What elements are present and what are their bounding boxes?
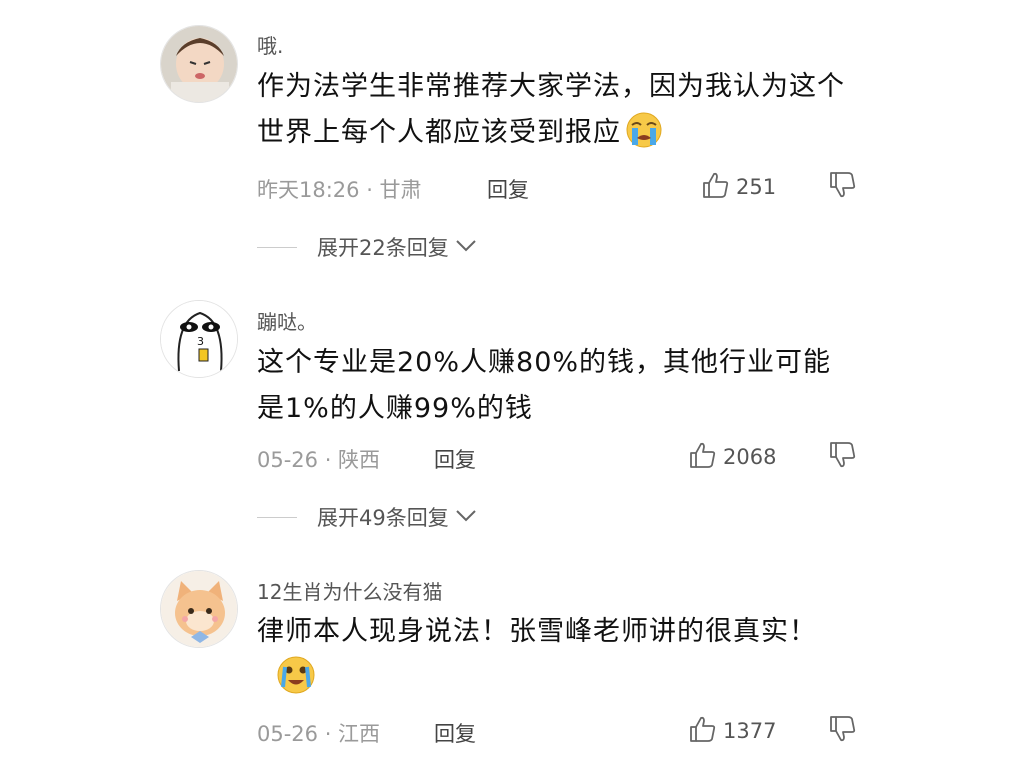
comment-body: 作为法学生非常推荐大家学法，因为我认为这个世界上每个人都应该受到报应: [257, 71, 845, 148]
divider: [257, 516, 297, 518]
thumbs-down-icon: [827, 442, 857, 476]
thumbs-down-icon: [827, 716, 857, 750]
timestamp-location: 05-26 · 陕西: [257, 448, 381, 472]
thumbs-up-icon: [687, 440, 717, 474]
like-count: 2068: [723, 445, 777, 469]
divider: [257, 246, 297, 248]
username[interactable]: 12生肖为什么没有猫: [257, 576, 442, 605]
avatar[interactable]: [160, 25, 238, 103]
comment-body: 律师本人现身说法！张雪峰老师讲的很真实！: [257, 616, 817, 647]
reply-button[interactable]: 回复: [487, 174, 529, 204]
comment-meta: 05-26 · 江西 回复 1377: [257, 714, 857, 748]
like-count: 251: [736, 175, 777, 199]
thumbs-up-icon: [700, 170, 730, 204]
dislike-button[interactable]: [827, 714, 857, 750]
comment-text: 律师本人现身说法！张雪峰老师讲的很真实！: [257, 609, 857, 710]
chevron-down-icon: [453, 235, 479, 259]
expand-replies-label: 展开22条回复: [317, 236, 449, 260]
comment-meta: 05-26 · 陕西 回复 2068: [257, 440, 857, 474]
expand-replies[interactable]: 展开49条回复: [257, 502, 479, 532]
comment-text: 这个专业是20%人赚80%的钱，其他行业可能是1%的人赚99%的钱: [257, 340, 857, 432]
avatar[interactable]: [160, 570, 238, 648]
tearful-laugh-face-icon: [275, 655, 317, 710]
username[interactable]: 哦.: [257, 30, 283, 59]
crying-face-icon: [623, 111, 665, 164]
chevron-down-icon: [453, 505, 479, 529]
expand-replies[interactable]: 展开22条回复: [257, 232, 479, 262]
like-button[interactable]: 2068: [687, 440, 776, 474]
like-count: 1377: [723, 719, 777, 743]
comment-text: 作为法学生非常推荐大家学法，因为我认为这个世界上每个人都应该受到报应: [257, 64, 857, 164]
reply-button[interactable]: 回复: [434, 718, 476, 748]
thumbs-down-icon: [827, 172, 857, 206]
dislike-button[interactable]: [827, 440, 857, 476]
timestamp-location: 05-26 · 江西: [257, 722, 381, 746]
avatar[interactable]: 3: [160, 300, 238, 378]
username[interactable]: 蹦哒。: [257, 306, 317, 335]
reply-button[interactable]: 回复: [434, 444, 476, 474]
comment-list-page: { "comments": [ { "username": "哦.", "con…: [0, 0, 1029, 762]
timestamp-location: 昨天18:26 · 甘肃: [257, 178, 422, 202]
svg-text:3: 3: [197, 335, 204, 348]
dislike-button[interactable]: [827, 170, 857, 206]
expand-replies-label: 展开49条回复: [317, 506, 449, 530]
comment-body: 这个专业是20%人赚80%的钱，其他行业可能是1%的人赚99%的钱: [257, 347, 832, 424]
thumbs-up-icon: [687, 714, 717, 748]
comment-meta: 昨天18:26 · 甘肃 回复 251: [257, 170, 857, 204]
like-button[interactable]: 1377: [687, 714, 776, 748]
like-button[interactable]: 251: [700, 170, 776, 204]
